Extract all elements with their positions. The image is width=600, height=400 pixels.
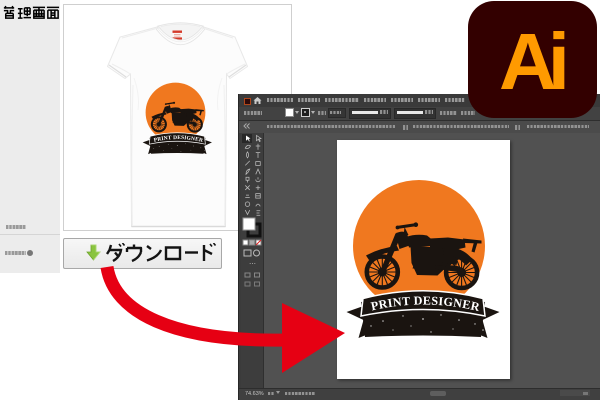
svg-text:Ai: Ai: [499, 17, 570, 106]
